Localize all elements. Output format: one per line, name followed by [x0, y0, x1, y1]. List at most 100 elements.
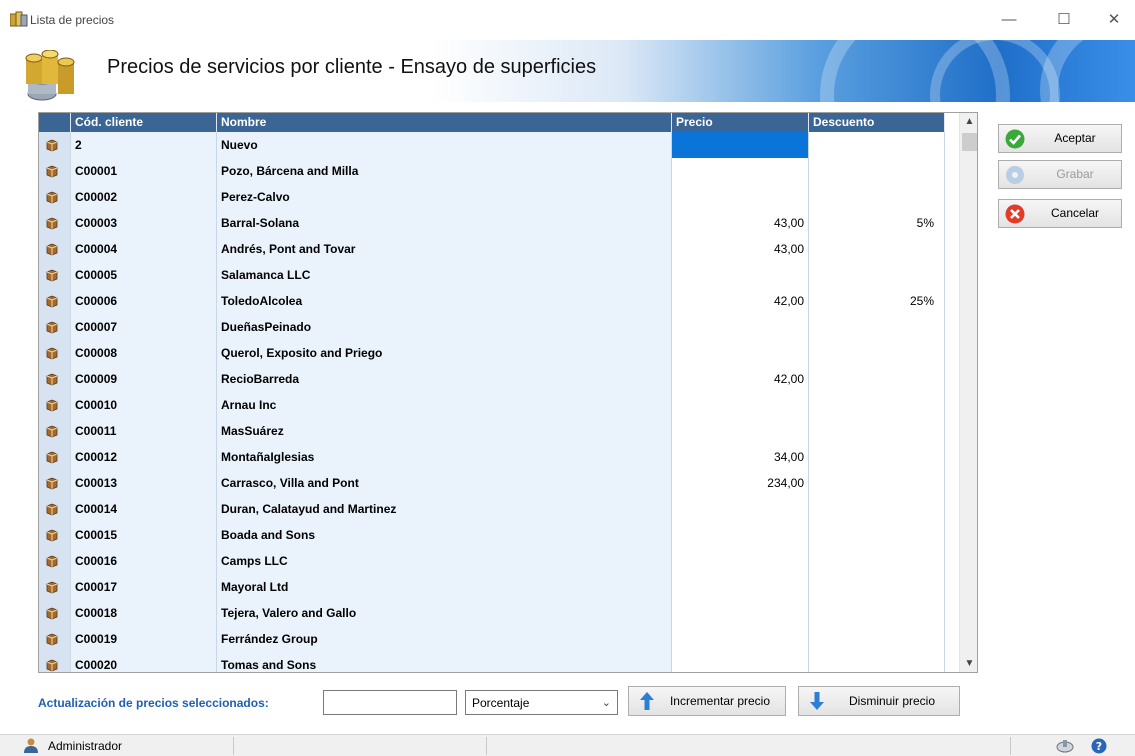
cell-name[interactable]: Ferrández Group — [217, 626, 672, 652]
cell-discount[interactable] — [809, 600, 945, 626]
cell-price[interactable] — [672, 392, 809, 418]
table-row[interactable]: C00002 Perez-Calvo — [39, 184, 945, 210]
cell-name[interactable]: DueñasPeinado — [217, 314, 672, 340]
row-indicator[interactable] — [39, 132, 71, 158]
cell-code[interactable]: C00013 — [71, 470, 217, 496]
row-indicator[interactable] — [39, 626, 71, 652]
cell-discount[interactable] — [809, 184, 945, 210]
cell-price[interactable] — [672, 522, 809, 548]
cell-price[interactable]: 234,00 — [672, 470, 809, 496]
cell-discount[interactable] — [809, 548, 945, 574]
cell-code[interactable]: C00015 — [71, 522, 217, 548]
cell-name[interactable]: Boada and Sons — [217, 522, 672, 548]
cell-name[interactable]: Camps LLC — [217, 548, 672, 574]
cell-name[interactable]: MontañaIglesias — [217, 444, 672, 470]
cancel-button[interactable]: Cancelar — [998, 199, 1122, 228]
header-code[interactable]: Cód. cliente — [71, 113, 217, 132]
table-row[interactable]: C00004 Andrés, Pont and Tovar 43,00 — [39, 236, 945, 262]
table-row[interactable]: C00019 Ferrández Group — [39, 626, 945, 652]
cell-code[interactable]: C00020 — [71, 652, 217, 672]
update-mode-select[interactable]: Porcentaje ⌄ — [465, 690, 618, 715]
cell-price[interactable]: 42,00 — [672, 288, 809, 314]
header-name[interactable]: Nombre — [217, 113, 672, 132]
row-indicator[interactable] — [39, 600, 71, 626]
price-grid[interactable]: Cód. cliente Nombre Precio Descuento 2 Nu… — [38, 112, 978, 673]
cell-name[interactable]: Mayoral Ltd — [217, 574, 672, 600]
cell-price[interactable] — [672, 158, 809, 184]
cell-price[interactable] — [672, 262, 809, 288]
cell-name[interactable]: Tomas and Sons — [217, 652, 672, 672]
row-indicator[interactable] — [39, 184, 71, 210]
table-row[interactable]: C00003 Barral-Solana 43,00 5% — [39, 210, 945, 236]
table-row[interactable]: C00007 DueñasPeinado — [39, 314, 945, 340]
cell-code[interactable]: C00004 — [71, 236, 217, 262]
cell-name[interactable]: Salamanca LLC — [217, 262, 672, 288]
cell-price[interactable] — [672, 626, 809, 652]
cell-price[interactable]: 43,00 — [672, 236, 809, 262]
table-row[interactable]: C00017 Mayoral Ltd — [39, 574, 945, 600]
cell-discount[interactable] — [809, 470, 945, 496]
cell-price[interactable] — [672, 132, 809, 158]
cell-code[interactable]: C00011 — [71, 418, 217, 444]
connection-icon[interactable] — [1056, 738, 1074, 754]
cell-code[interactable]: C00002 — [71, 184, 217, 210]
cell-discount[interactable]: 25% — [809, 288, 945, 314]
cell-price[interactable]: 42,00 — [672, 366, 809, 392]
cell-discount[interactable]: 5% — [809, 210, 945, 236]
row-indicator[interactable] — [39, 418, 71, 444]
cell-code[interactable]: C00018 — [71, 600, 217, 626]
vertical-scrollbar[interactable]: ▲ ▼ — [959, 113, 977, 672]
cell-price[interactable] — [672, 600, 809, 626]
cell-discount[interactable] — [809, 496, 945, 522]
cell-name[interactable]: RecioBarreda — [217, 366, 672, 392]
cell-price[interactable]: 34,00 — [672, 444, 809, 470]
cell-name[interactable]: Arnau Inc — [217, 392, 672, 418]
cell-price[interactable] — [672, 652, 809, 672]
row-indicator[interactable] — [39, 262, 71, 288]
cell-discount[interactable] — [809, 522, 945, 548]
scroll-thumb[interactable] — [962, 133, 977, 151]
row-indicator[interactable] — [39, 444, 71, 470]
table-row[interactable]: 2 Nuevo — [39, 132, 945, 158]
cell-discount[interactable] — [809, 132, 945, 158]
cell-name[interactable]: MasSuárez — [217, 418, 672, 444]
row-indicator[interactable] — [39, 652, 71, 672]
table-row[interactable]: C00006 ToledoAlcolea 42,00 25% — [39, 288, 945, 314]
cell-discount[interactable] — [809, 418, 945, 444]
cell-discount[interactable] — [809, 236, 945, 262]
cell-code[interactable]: C00014 — [71, 496, 217, 522]
cell-price[interactable] — [672, 314, 809, 340]
table-row[interactable]: C00009 RecioBarreda 42,00 — [39, 366, 945, 392]
cell-discount[interactable] — [809, 652, 945, 672]
cell-price[interactable] — [672, 496, 809, 522]
cell-name[interactable]: Querol, Exposito and Priego — [217, 340, 672, 366]
cell-discount[interactable] — [809, 262, 945, 288]
table-row[interactable]: C00008 Querol, Exposito and Priego — [39, 340, 945, 366]
cell-discount[interactable] — [809, 574, 945, 600]
cell-price[interactable] — [672, 548, 809, 574]
cell-price[interactable] — [672, 340, 809, 366]
cell-name[interactable]: Perez-Calvo — [217, 184, 672, 210]
header-discount[interactable]: Descuento — [809, 113, 945, 132]
table-row[interactable]: C00018 Tejera, Valero and Gallo — [39, 600, 945, 626]
cell-name[interactable]: Barral-Solana — [217, 210, 672, 236]
cell-discount[interactable] — [809, 340, 945, 366]
row-indicator[interactable] — [39, 522, 71, 548]
scroll-up-icon[interactable]: ▲ — [960, 113, 977, 130]
cell-code[interactable]: C00005 — [71, 262, 217, 288]
cell-price[interactable] — [672, 184, 809, 210]
table-row[interactable]: C00016 Camps LLC — [39, 548, 945, 574]
cell-name[interactable]: Duran, Calatayud and Martinez — [217, 496, 672, 522]
table-row[interactable]: C00014 Duran, Calatayud and Martinez — [39, 496, 945, 522]
table-row[interactable]: C00012 MontañaIglesias 34,00 — [39, 444, 945, 470]
cell-name[interactable]: Andrés, Pont and Tovar — [217, 236, 672, 262]
cell-code[interactable]: C00012 — [71, 444, 217, 470]
row-indicator[interactable] — [39, 158, 71, 184]
row-indicator[interactable] — [39, 314, 71, 340]
cell-discount[interactable] — [809, 366, 945, 392]
cell-code[interactable]: C00016 — [71, 548, 217, 574]
cell-discount[interactable] — [809, 158, 945, 184]
cell-name[interactable]: ToledoAlcolea — [217, 288, 672, 314]
cell-code[interactable]: C00010 — [71, 392, 217, 418]
cell-code[interactable]: C00008 — [71, 340, 217, 366]
